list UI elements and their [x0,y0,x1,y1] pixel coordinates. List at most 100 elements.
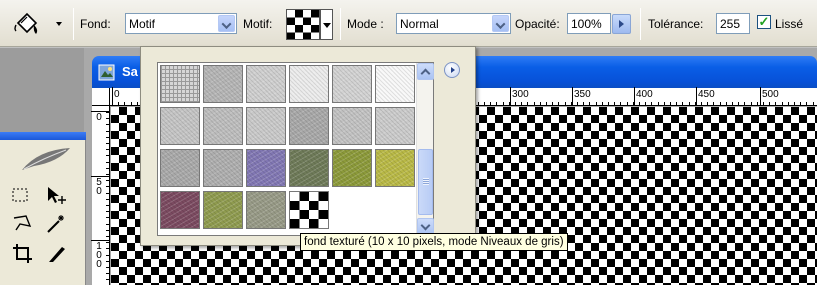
chevron-down-icon[interactable] [218,15,235,32]
lasso-tool-icon[interactable] [10,212,36,236]
ruler-tick [106,273,109,275]
ruler-label: 500 [762,89,779,100]
ruler-corner[interactable] [92,88,110,106]
ruler-tick [725,102,727,105]
toolbox [0,132,86,285]
ruler-tick [106,161,109,163]
vertical-ruler[interactable]: 0 5 0 1 0 0 [91,106,110,285]
tolerance-input[interactable]: 255 [716,13,750,34]
toolbox-title-bar[interactable] [0,132,86,140]
ruler-label: 350 [574,89,591,100]
ruler-tick [106,143,109,144]
ruler-tick [484,102,485,105]
pattern-tile-light-stucco[interactable] [246,65,286,103]
ruler-tick [620,102,622,105]
paint-bucket-icon[interactable] [12,9,42,39]
chevron-down-icon[interactable] [492,15,509,32]
ruler-tick [564,102,566,105]
ruler-tick [106,205,109,206]
ruler-tick [106,118,109,120]
scroll-up-icon[interactable] [417,63,434,80]
opacity-input[interactable]: 100% [567,13,611,34]
ruler-tick [106,229,109,231]
marquee-tool-icon[interactable] [10,184,36,208]
pattern-tile-gray-paper[interactable] [160,107,200,145]
ruler-tick [106,167,109,169]
ruler-tick [106,211,109,213]
pattern-tile-purple-flowers[interactable] [246,149,286,187]
magic-wand-icon[interactable] [44,212,70,236]
ruler-tick [539,102,541,105]
pattern-tile-white-plain[interactable] [375,65,415,103]
fill-select-value: Motif [129,17,156,31]
ruler-tick [130,102,132,105]
opacity-slider-button[interactable] [612,14,631,34]
pattern-tile-mid-gray[interactable] [160,149,200,187]
picker-menu-arrow-icon[interactable] [444,62,460,78]
ruler-tick [614,102,616,105]
ruler-tick [106,180,109,182]
ruler-tick [106,248,109,250]
ruler-tick [682,102,684,105]
pattern-picker-button[interactable] [320,9,333,40]
ruler-tick [601,102,603,105]
fill-select[interactable]: Motif [125,13,237,34]
ruler-tick [744,102,746,105]
pattern-scrollbar[interactable] [416,63,434,235]
feather-logo-icon [22,148,70,170]
pattern-tile-burgundy-texture[interactable] [160,191,200,229]
ruler-tick [781,102,783,105]
pattern-tile-grid-pattern[interactable] [160,65,200,103]
pattern-swatch[interactable] [286,9,320,40]
mode-select[interactable]: Normal [396,13,511,34]
pattern-tile-gray-crumple[interactable] [375,107,415,145]
pattern-tile-yellow-green-texture[interactable] [375,149,415,187]
ruler-label: 0 [96,112,102,123]
separator [640,8,641,40]
pattern-tile-gray-bumps[interactable] [203,149,243,187]
pattern-tile-green-moss[interactable] [332,149,372,187]
ruler-tick [515,102,516,105]
ruler-label: 450 [698,89,715,100]
ruler-tick [106,192,109,194]
pattern-tile-gray-pebbles[interactable] [246,191,286,229]
ruler-tick [106,186,109,188]
pattern-tile-dark-gray-stone[interactable] [289,107,329,145]
pattern-tile-olive-green[interactable] [203,191,243,229]
tool-preset-caret-icon[interactable] [56,22,62,26]
ruler-tick [756,102,758,105]
ruler-label: 0 [114,89,120,100]
pattern-picker-panel [140,46,476,246]
pattern-tile-gray-canvas[interactable] [332,107,372,145]
ruler-tick [787,102,789,105]
ruler-tick [136,102,138,105]
ruler-tick [106,217,109,219]
pattern-tile-gray-fibers[interactable] [246,107,286,145]
slice-tool-icon[interactable] [44,242,70,266]
move-tool-icon[interactable] [44,184,70,208]
pattern-tile-white-texture[interactable] [289,65,329,103]
opacity-value: 100% [571,17,602,31]
ruler-tick [106,254,109,256]
ruler-tick [546,102,547,105]
ruler-tick [800,102,802,105]
mode-label: Mode : [347,17,384,31]
scroll-thumb[interactable] [418,149,433,215]
ruler-tick [490,102,492,105]
ruler-major-tick [760,87,761,105]
ruler-tick [676,102,678,105]
ruler-tick [775,102,777,105]
ruler-label: 5 0 [96,177,102,197]
ruler-tick [812,102,814,105]
ruler-tick [651,102,653,105]
ruler-tick [106,267,109,268]
smooth-checkbox[interactable]: ✓ [757,15,771,29]
pattern-tile-gray-stone[interactable] [203,107,243,145]
pattern-tile-checker-pattern[interactable] [289,191,329,229]
pattern-tile-dark-leaves[interactable] [289,149,329,187]
pattern-tile-light-gray-grain[interactable] [332,65,372,103]
ruler-major-tick [696,87,697,105]
crop-tool-icon[interactable] [10,242,36,266]
ruler-tick [719,102,721,105]
pattern-tile-gray-noise[interactable] [203,65,243,103]
